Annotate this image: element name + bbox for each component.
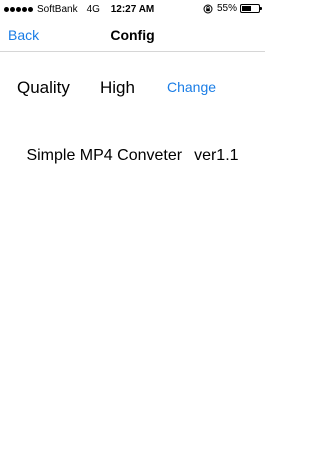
- battery-icon: [240, 4, 262, 13]
- page-title: Config: [110, 27, 155, 43]
- quality-value: High: [100, 78, 135, 97]
- quality-label: Quality: [17, 78, 70, 97]
- status-bar: SoftBank 4G 12:27 AM 55%: [0, 0, 265, 20]
- status-right: 55%: [203, 3, 262, 14]
- app-version: ver1.1: [194, 147, 239, 164]
- app-info: Simple MP4 Conveter ver1.1: [0, 147, 265, 165]
- battery-percent: 55%: [216, 3, 237, 14]
- app-name: Simple MP4 Conveter: [26, 147, 183, 164]
- navigation-bar: Back Config: [0, 20, 265, 52]
- change-quality-button[interactable]: Change: [167, 79, 216, 95]
- orientation-lock-icon: [203, 4, 213, 13]
- config-screen: SoftBank 4G 12:27 AM 55% Back Config Qua…: [0, 0, 265, 470]
- battery-fill: [242, 6, 251, 11]
